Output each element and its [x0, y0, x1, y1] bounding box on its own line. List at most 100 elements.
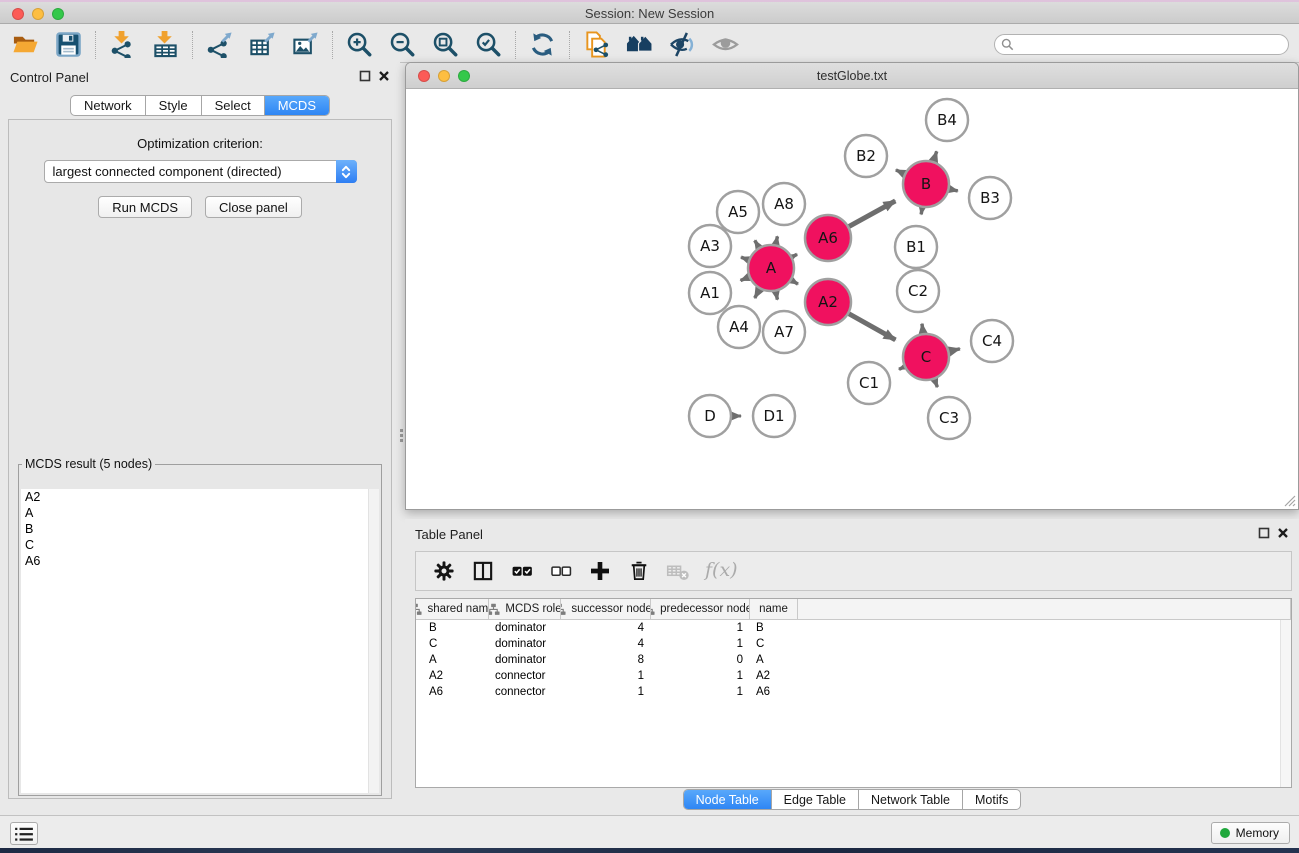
- toggle-graphics-details-icon[interactable]: [669, 31, 696, 58]
- column-header-successor_nodes[interactable]: successor nodes: [561, 599, 651, 619]
- table-row[interactable]: A2connector11A2: [416, 668, 1291, 684]
- graph-node-A2[interactable]: A2: [805, 279, 851, 325]
- clone-network-icon[interactable]: [583, 31, 610, 58]
- search-input[interactable]: [1014, 36, 1288, 53]
- mcds-result-item[interactable]: A6: [21, 553, 379, 569]
- tab-mcds[interactable]: MCDS: [265, 96, 329, 115]
- mcds-result-item[interactable]: B: [21, 521, 379, 537]
- tab-node-table[interactable]: Node Table: [684, 790, 772, 809]
- graph-node-B2[interactable]: B2: [845, 135, 887, 177]
- graph-edge-A-A5[interactable]: [755, 240, 759, 247]
- graph-edge-A-A3[interactable]: [741, 257, 748, 260]
- graph-edge-B-B2[interactable]: [896, 170, 904, 174]
- graph-edge-A-A6[interactable]: [792, 254, 797, 257]
- graph-node-C[interactable]: C: [903, 334, 949, 380]
- table-settings-icon[interactable]: [432, 559, 456, 583]
- graph-edge-C-C3[interactable]: [934, 379, 937, 387]
- column-header-shared_name[interactable]: shared name: [416, 599, 489, 619]
- graph-edge-C-C4[interactable]: [949, 349, 960, 352]
- graph-edge-C-C2[interactable]: [922, 324, 923, 333]
- open-file-icon[interactable]: [12, 31, 39, 58]
- column-header-predecessor_nodes[interactable]: predecessor nodes: [651, 599, 750, 619]
- graph-node-A6[interactable]: A6: [805, 215, 851, 261]
- graph-node-A8[interactable]: A8: [763, 183, 805, 225]
- graph-node-A[interactable]: A: [748, 245, 794, 291]
- export-table-icon[interactable]: [249, 31, 276, 58]
- add-row-icon[interactable]: [588, 559, 612, 583]
- run-mcds-button[interactable]: Run MCDS: [98, 196, 192, 218]
- delete-row-icon[interactable]: [627, 559, 651, 583]
- mcds-result-item[interactable]: A: [21, 505, 379, 521]
- float-table-panel-button[interactable]: [1258, 527, 1270, 539]
- table-row[interactable]: A6connector11A6: [416, 684, 1291, 700]
- zoom-selected-icon[interactable]: [475, 31, 502, 58]
- graph-node-C4[interactable]: C4: [971, 320, 1013, 362]
- panel-splitter-grip[interactable]: [399, 427, 404, 443]
- tab-style[interactable]: Style: [146, 96, 202, 115]
- birds-eye-view-icon[interactable]: [712, 31, 739, 58]
- node-table[interactable]: shared nameMCDS rolesuccessor nodesprede…: [415, 598, 1292, 788]
- table-scrollbar[interactable]: [1280, 620, 1291, 787]
- graph-node-A3[interactable]: A3: [689, 225, 731, 267]
- float-panel-button[interactable]: [359, 70, 371, 82]
- export-image-icon[interactable]: [292, 31, 319, 58]
- refresh-network-icon[interactable]: [529, 31, 556, 58]
- first-neighbors-icon[interactable]: [626, 31, 653, 58]
- task-history-button[interactable]: [10, 822, 38, 845]
- graph-edge-A-A4[interactable]: [755, 289, 760, 298]
- graph-node-B1[interactable]: B1: [895, 226, 937, 268]
- close-table-panel-button[interactable]: [1277, 527, 1289, 539]
- tab-edge-table[interactable]: Edge Table: [772, 790, 859, 809]
- table-row[interactable]: Cdominator41C: [416, 636, 1291, 652]
- save-session-icon[interactable]: [55, 31, 82, 58]
- zoom-out-icon[interactable]: [389, 31, 416, 58]
- graph-node-B3[interactable]: B3: [969, 177, 1011, 219]
- graph-node-A7[interactable]: A7: [763, 311, 805, 353]
- memory-button[interactable]: Memory: [1211, 822, 1290, 844]
- graph-edge-B-B3[interactable]: [949, 189, 957, 191]
- unselect-all-icon[interactable]: [549, 559, 573, 583]
- graph-node-C3[interactable]: C3: [928, 397, 970, 439]
- export-network-icon[interactable]: [206, 31, 233, 58]
- tab-network[interactable]: Network: [71, 96, 146, 115]
- graph-node-D1[interactable]: D1: [753, 395, 795, 437]
- table-row[interactable]: Bdominator41B: [416, 620, 1291, 636]
- zoom-fit-icon[interactable]: [432, 31, 459, 58]
- network-canvas[interactable]: B4 B2 B B3 A5A8A6 B1 A3 A A1 C2 A2 A4A7 C4 C C1 C3 D D1: [406, 89, 1298, 509]
- close-panel-button[interactable]: [378, 70, 390, 82]
- mcds-result-item[interactable]: C: [21, 537, 379, 553]
- graph-edge-A-A2[interactable]: [792, 280, 798, 284]
- optimization-criterion-select[interactable]: largest connected component (directed): [44, 160, 357, 183]
- close-panel-action-button[interactable]: Close panel: [205, 196, 302, 218]
- tab-select[interactable]: Select: [202, 96, 265, 115]
- import-table-icon[interactable]: [152, 31, 179, 58]
- tab-network-table[interactable]: Network Table: [859, 790, 963, 809]
- graph-node-C1[interactable]: C1: [848, 362, 890, 404]
- zoom-in-icon[interactable]: [346, 31, 373, 58]
- column-header-mcds_role[interactable]: MCDS role: [489, 599, 561, 619]
- import-network-icon[interactable]: [109, 31, 136, 58]
- graph-edge-A-A8[interactable]: [776, 236, 778, 244]
- graph-edge-B-B1[interactable]: [921, 208, 922, 215]
- graph-node-B[interactable]: B: [903, 161, 949, 207]
- column-header-name[interactable]: name: [750, 599, 798, 619]
- graph-node-A5[interactable]: A5: [717, 191, 759, 233]
- select-all-icon[interactable]: [510, 559, 534, 583]
- graph-edge-A2-C[interactable]: [849, 314, 896, 340]
- graph-node-B4[interactable]: B4: [926, 99, 968, 141]
- table-row[interactable]: Adominator80A: [416, 652, 1291, 668]
- graph-node-D[interactable]: D: [689, 395, 731, 437]
- column-visibility-icon[interactable]: [471, 559, 495, 583]
- graph-edge-A-A1[interactable]: [741, 277, 749, 280]
- result-list-scrollbar[interactable]: [368, 489, 379, 793]
- mcds-result-list[interactable]: A2ABCA6: [21, 489, 379, 793]
- graph-edge-A6-B[interactable]: [849, 201, 895, 227]
- graph-edge-A-A7[interactable]: [776, 292, 778, 300]
- resize-grip[interactable]: [1282, 493, 1296, 507]
- graph-node-C2[interactable]: C2: [897, 270, 939, 312]
- graph-edge-C-C1[interactable]: [899, 367, 904, 369]
- graph-node-A1[interactable]: A1: [689, 272, 731, 314]
- mcds-result-item[interactable]: A2: [21, 489, 379, 505]
- graph-node-A4[interactable]: A4: [718, 306, 760, 348]
- tab-motifs[interactable]: Motifs: [963, 790, 1020, 809]
